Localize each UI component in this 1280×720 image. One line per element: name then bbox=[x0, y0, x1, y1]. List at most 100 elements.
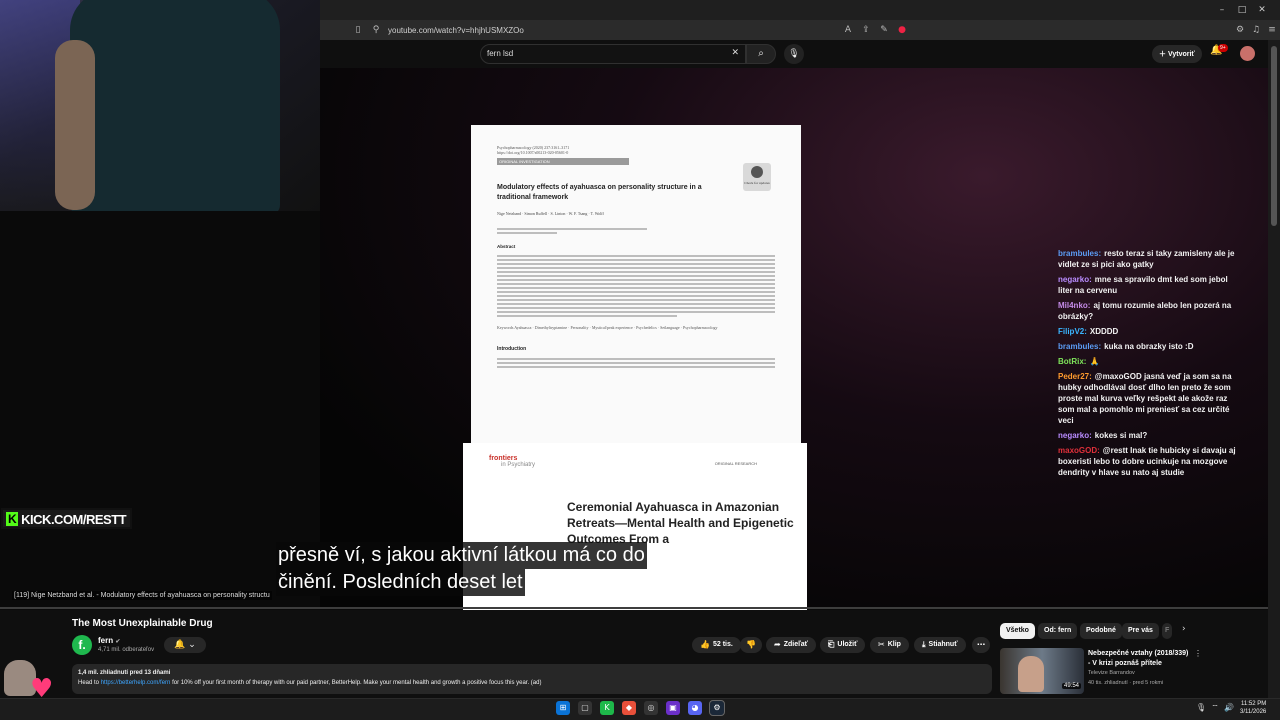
paper-dates bbox=[497, 228, 775, 234]
brave-browser-icon[interactable]: ◆ bbox=[622, 701, 636, 715]
views-date: 1,4 mil. zhliadnutí pred 13 dňami bbox=[78, 670, 171, 676]
obs-icon[interactable]: ◎ bbox=[644, 701, 658, 715]
search-button[interactable]: ⌕ bbox=[746, 44, 776, 64]
streamer bbox=[70, 0, 280, 211]
introduction-heading: Introduction bbox=[497, 346, 527, 352]
close-icon[interactable]: ✕ bbox=[1256, 4, 1268, 16]
clear-search-icon[interactable]: ✕ bbox=[731, 48, 739, 58]
chat-username[interactable]: FilipV2: bbox=[1058, 327, 1087, 336]
chat-text: XDDDD bbox=[1089, 327, 1119, 336]
chat-message: maxoGOD: @restt Inak tie hubicky si davaj… bbox=[1058, 445, 1238, 478]
menu-icon[interactable]: ≡ bbox=[1266, 24, 1278, 36]
chat-text: 🙏 bbox=[1089, 357, 1100, 366]
chat-username[interactable]: Mil4nko: bbox=[1058, 301, 1090, 310]
share-icon[interactable]: ⇪ bbox=[860, 24, 872, 36]
captions: přesně ví, s jakou aktivní látkou má co … bbox=[276, 542, 736, 596]
extensions-icon[interactable]: ⚙ bbox=[1234, 24, 1246, 36]
section-label: ORIGINAL RESEARCH bbox=[714, 461, 757, 466]
caption-line-1: přesně ví, s jakou aktivní látkou má co … bbox=[276, 542, 647, 569]
chat-username[interactable]: Peder27: bbox=[1058, 372, 1092, 381]
edit-icon[interactable]: ✎ bbox=[878, 24, 890, 36]
task-view-icon[interactable]: ▢ bbox=[578, 701, 592, 715]
abstract-heading: Abstract bbox=[497, 244, 516, 249]
address-bar[interactable]: ▯ ⚲ youtube.com/watch?v=hhjhUSMXZOo A ⇪ … bbox=[320, 20, 1280, 40]
share-button[interactable]: ➦ Zdieľať bbox=[766, 637, 817, 653]
steam-icon[interactable]: ⚙ bbox=[709, 700, 725, 716]
chat-username[interactable]: brambules: bbox=[1058, 342, 1101, 351]
betterhelp-link[interactable]: https://betterhelp.com/fern bbox=[101, 680, 171, 686]
site-settings-icon[interactable]: ⚲ bbox=[370, 24, 382, 36]
chip-all[interactable]: Všetko bbox=[1000, 623, 1035, 639]
scissors-icon: ✂ bbox=[878, 640, 885, 649]
chip-from-fern[interactable]: Od: fern bbox=[1038, 623, 1078, 639]
translate-icon[interactable]: A bbox=[842, 24, 854, 36]
recommended-title[interactable]: Nebezpečné vztahy (2018/339) - V krizi p… bbox=[1088, 649, 1192, 669]
extension-icon[interactable]: ● bbox=[896, 24, 908, 36]
chevron-right-icon[interactable]: › bbox=[1182, 624, 1186, 634]
paper-keywords: Keywords Ayahuasca · Dimethyltryptamine … bbox=[497, 325, 718, 330]
like-button[interactable]: 👍 52 tis. bbox=[692, 637, 741, 653]
voice-search-button[interactable]: 🎙 bbox=[784, 44, 804, 64]
chat-username[interactable]: BotRix: bbox=[1058, 357, 1086, 366]
chip-for-you[interactable]: Pre vás bbox=[1122, 623, 1159, 639]
verified-icon: ✔ bbox=[115, 639, 121, 645]
thumbnail-face bbox=[1018, 656, 1044, 692]
stream-chat: brambules: resto teraz si taky zamisleny … bbox=[1058, 248, 1238, 482]
save-button[interactable]: ⎗ Uložiť bbox=[820, 637, 866, 653]
search-icon: ⌕ bbox=[758, 48, 764, 59]
account-avatar[interactable] bbox=[1240, 46, 1255, 61]
download-button[interactable]: ⤓ Stiahnuť bbox=[914, 637, 966, 653]
network-icon[interactable]: ⌔ bbox=[1210, 701, 1220, 715]
description-box[interactable]: 1,4 mil. zhliadnutí pred 13 dňami Head t… bbox=[72, 664, 992, 694]
recommended-channel[interactable]: Televize Barrandov bbox=[1088, 670, 1135, 676]
dislike-button[interactable]: 👎 bbox=[740, 637, 762, 653]
chapter-title[interactable]: [119] Nige Netzband et al. - Modulatory … bbox=[12, 591, 272, 600]
mic-tray-icon[interactable]: 🎙 bbox=[1196, 701, 1206, 715]
video-title: The Most Unexplainable Drug bbox=[72, 618, 213, 629]
chat-message: Peder27: @maxoGOD jasná veď ja som sa na … bbox=[1058, 371, 1238, 426]
chat-username[interactable]: maxoGOD: bbox=[1058, 446, 1100, 455]
progress-bar[interactable] bbox=[0, 607, 1268, 609]
kick-app-icon[interactable]: K bbox=[600, 701, 614, 715]
discord-icon[interactable]: ◕ bbox=[688, 701, 702, 715]
chat-message: Mil4nko: aj tomu rozumie alebo len pozerá… bbox=[1058, 300, 1238, 322]
download-icon: ⤓ bbox=[922, 640, 926, 649]
thumbs-down-icon: 👎 bbox=[746, 640, 756, 649]
chat-message: FilipV2: XDDDD bbox=[1058, 326, 1238, 337]
maximize-icon[interactable]: □ bbox=[1236, 4, 1248, 16]
paper-type-tag: ORIGINAL INVESTIGATION bbox=[497, 158, 629, 165]
search-input[interactable]: fern lsd ✕ bbox=[480, 44, 746, 64]
chat-username[interactable]: negarko: bbox=[1058, 431, 1092, 440]
mascot-overlay: ♥ bbox=[0, 656, 70, 702]
channel-name[interactable]: fern ✔ bbox=[98, 636, 120, 645]
more-icon: ⋯ bbox=[977, 640, 985, 649]
more-actions-button[interactable]: ⋯ bbox=[972, 637, 990, 653]
minimize-icon[interactable]: – bbox=[1216, 4, 1228, 16]
twitch-icon[interactable]: ▣ bbox=[666, 701, 680, 715]
volume-icon[interactable]: 🔊 bbox=[1224, 701, 1234, 715]
more-options-icon[interactable]: ⋮ bbox=[1194, 649, 1202, 658]
channel-avatar[interactable]: f. bbox=[72, 635, 92, 655]
chat-text: kuka na obrazky isto :D bbox=[1104, 342, 1194, 351]
chip-related[interactable]: Podobné bbox=[1080, 623, 1122, 639]
chip-more[interactable]: F bbox=[1162, 623, 1173, 639]
create-button[interactable]: ＋ Vytvoriť bbox=[1152, 45, 1202, 63]
subscriber-count: 4,71 mil. odberateľov bbox=[98, 647, 155, 653]
media-icon[interactable]: ♫ bbox=[1250, 24, 1262, 36]
clip-button[interactable]: ✂ Klip bbox=[870, 637, 909, 653]
share-arrow-icon: ➦ bbox=[774, 640, 781, 649]
subscription-bell-button[interactable]: 🔔 ⌄ bbox=[164, 637, 206, 653]
url-text[interactable]: youtube.com/watch?v=hhjhUSMXZOo bbox=[388, 26, 524, 35]
chat-message: BotRix: 🙏 bbox=[1058, 356, 1238, 367]
paper-ayahuasca-personality: Psychopharmacology (2020) 237:3161–3171 … bbox=[471, 125, 801, 445]
caption-line-2: činění. Posledních deset let bbox=[276, 569, 525, 596]
taskbar-clock[interactable]: 11:52 PM 3/11/2026 bbox=[1240, 700, 1266, 716]
start-menu-icon[interactable]: ⊞ bbox=[556, 701, 570, 715]
microphone-icon: 🎙 bbox=[788, 49, 800, 59]
chat-username[interactable]: negarko: bbox=[1058, 275, 1092, 284]
scrollbar-thumb[interactable] bbox=[1271, 46, 1277, 226]
chat-username[interactable]: brambules: bbox=[1058, 249, 1101, 258]
paper-title: Ceremonial Ayahuasca in Amazonian Retrea… bbox=[567, 500, 794, 546]
bookmark-icon[interactable]: ▯ bbox=[352, 24, 364, 36]
kick-logo-icon: K bbox=[6, 512, 19, 526]
